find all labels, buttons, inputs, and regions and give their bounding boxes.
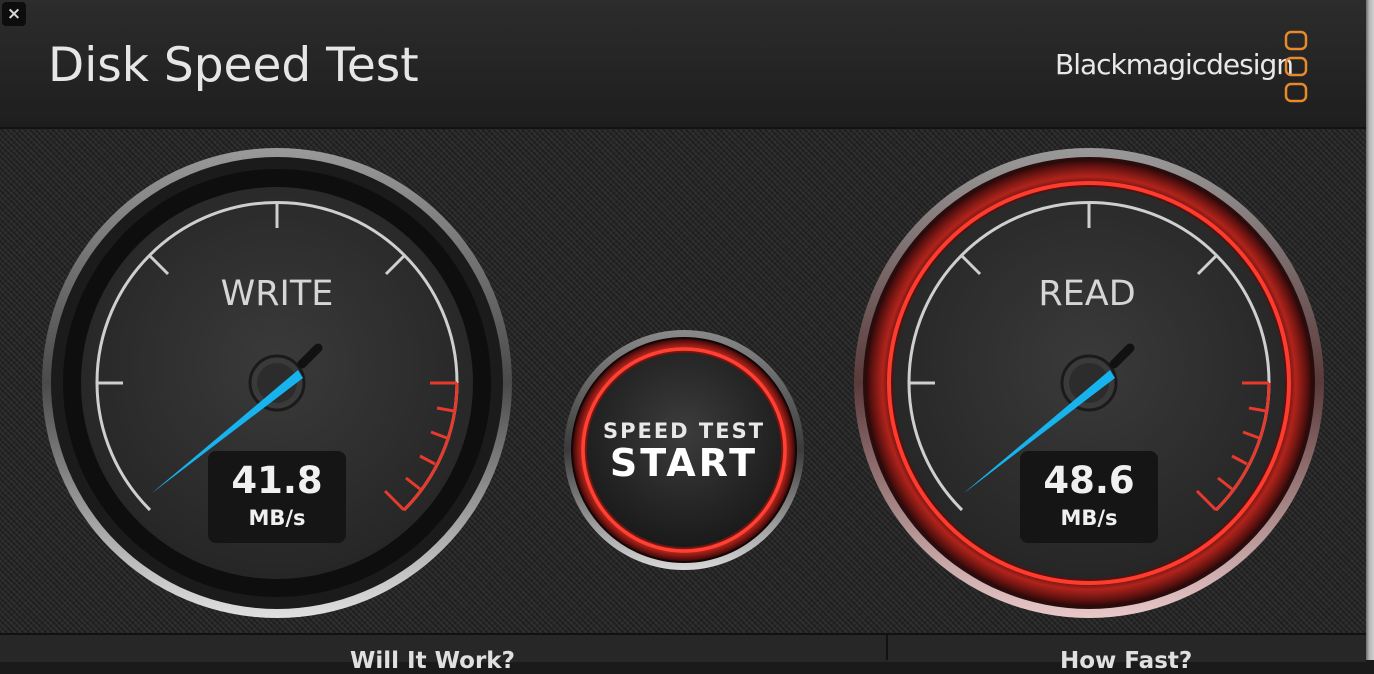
write-speed-unit: MB/s — [248, 506, 306, 530]
write-label: WRITE — [220, 274, 334, 314]
read-gauge: READ 48.6 MB/s — [852, 146, 1327, 621]
window-edge — [1366, 0, 1374, 660]
app-title: Disk Speed Test — [48, 38, 419, 93]
title-bar: Disk Speed Test Blackmagicdesign — [0, 0, 1366, 129]
start-button-label: START — [609, 441, 759, 485]
read-gauge-dial — [854, 148, 1324, 618]
brand-name: Blackmagicdesign — [1055, 48, 1294, 81]
disk-speed-test-window: Disk Speed Test Blackmagicdesign × WRITE… — [0, 0, 1366, 674]
write-speed-value: 41.8 — [231, 459, 323, 502]
tab-will-it-work[interactable]: Will It Work? — [350, 648, 515, 674]
read-label: READ — [1038, 274, 1136, 314]
speed-test-start-button[interactable]: SPEED TEST START — [563, 329, 805, 571]
read-speed-value: 48.6 — [1043, 459, 1135, 502]
read-speed-unit: MB/s — [1060, 506, 1118, 530]
tab-how-fast[interactable]: How Fast? — [1060, 648, 1192, 674]
footer-divider — [886, 633, 888, 660]
close-icon: × — [6, 4, 22, 24]
blackmagic-logo-icon — [1284, 30, 1308, 103]
start-button-caption: SPEED TEST — [602, 419, 766, 443]
write-readout: 41.8 MB/s — [208, 451, 346, 543]
write-gauge: WRITE 41.8 MB/s — [40, 146, 515, 621]
close-button[interactable]: × — [2, 2, 26, 26]
read-readout: 48.6 MB/s — [1020, 451, 1158, 543]
write-gauge-dial — [42, 148, 512, 618]
